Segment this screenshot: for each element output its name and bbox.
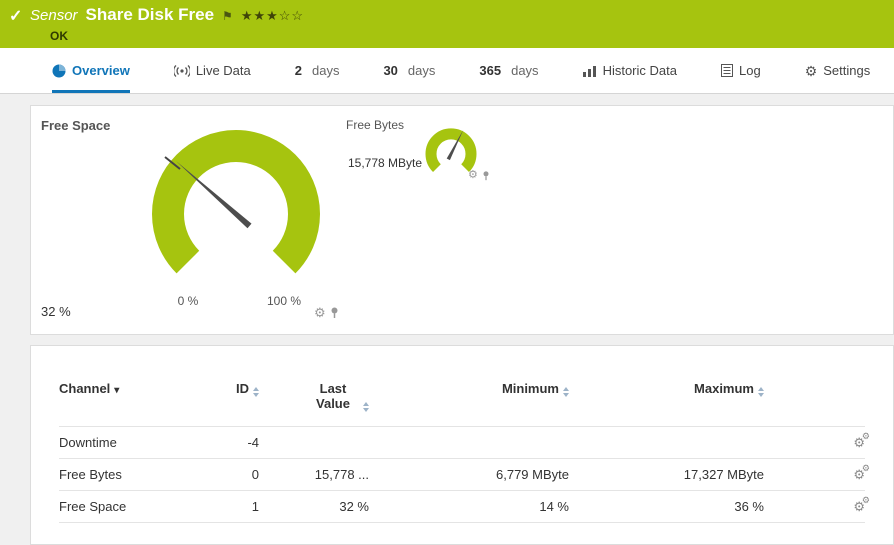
edit-channel-icon[interactable]: ⚙⚙	[853, 498, 865, 516]
channel-last-value: 15,778 ...	[315, 467, 369, 482]
header-label: Minimum	[502, 381, 559, 396]
tab-label: Overview	[72, 63, 130, 78]
gauge-title-free-bytes: Free Bytes	[346, 118, 404, 132]
gauge-max-label: 100 %	[259, 294, 309, 308]
header-minimum[interactable]: Minimum	[502, 381, 569, 397]
tab-unit: days	[312, 63, 339, 78]
sort-icon	[363, 402, 369, 412]
channel-id: -4	[247, 435, 259, 450]
broadcast-icon	[174, 65, 190, 77]
gauge-min-label: 0 %	[168, 294, 208, 308]
tab-label: Settings	[823, 63, 870, 78]
channel-minimum: 6,779 MByte	[496, 467, 569, 482]
sort-icon	[253, 387, 259, 397]
tab-historic-data[interactable]: Historic Data	[583, 48, 677, 93]
free-space-gauge-actions: ⚙	[314, 306, 339, 319]
edit-channel-icon[interactable]: ⚙⚙	[853, 466, 865, 484]
channel-name: Free Space	[59, 499, 209, 514]
tab-number: 365	[479, 63, 501, 78]
pin-icon[interactable]	[330, 307, 339, 319]
pie-chart-icon	[52, 64, 66, 78]
tab-overview[interactable]: Overview	[52, 48, 130, 93]
channel-id: 0	[252, 467, 259, 482]
status-check-icon: ✓	[9, 6, 22, 26]
tab-number: 30	[383, 63, 397, 78]
tab-log[interactable]: Log	[721, 48, 761, 93]
free-space-gauge	[146, 122, 326, 292]
free-space-value: 32 %	[41, 304, 71, 319]
gauge-title-free-space: Free Space	[41, 118, 110, 133]
tab-30-days[interactable]: 30 days	[383, 48, 435, 93]
flag-icon[interactable]: ⚑	[222, 9, 233, 23]
header-last-value[interactable]: Last Value	[307, 381, 369, 412]
header-channel[interactable]: Channel ▾	[59, 381, 209, 396]
channels-table: Channel ▾ ID Last Value Minimum Maximum D…	[59, 381, 865, 523]
edit-channel-icon[interactable]: ⚙⚙	[853, 434, 865, 452]
channels-panel: Channel ▾ ID Last Value Minimum Maximum D…	[30, 345, 894, 545]
sensor-header: ✓ Sensor Share Disk Free ⚑ ★★★☆☆ OK	[0, 0, 894, 48]
channel-maximum: 17,327 MByte	[684, 467, 764, 482]
channel-id: 1	[252, 499, 259, 514]
gauge-settings-icon[interactable]: ⚙	[468, 170, 478, 181]
tab-2-days[interactable]: 2 days	[295, 48, 340, 93]
sensor-title-row: Sensor Share Disk Free ⚑ ★★★☆☆	[30, 5, 304, 25]
channel-name: Downtime	[59, 435, 209, 450]
tab-settings[interactable]: ⚙ Settings	[805, 48, 871, 93]
header-id[interactable]: ID	[236, 381, 259, 397]
tab-number: 2	[295, 63, 302, 78]
free-bytes-gauge-actions: ⚙	[468, 170, 490, 181]
object-type-label: Sensor	[30, 7, 78, 24]
gear-icon: ⚙	[805, 64, 818, 78]
channel-maximum: 36 %	[734, 499, 764, 514]
header-label: Channel	[59, 381, 110, 396]
table-row[interactable]: Free Bytes 0 15,778 ... 6,779 MByte 17,3…	[59, 458, 865, 490]
header-label: ID	[236, 381, 249, 396]
stars-filled: ★★★	[241, 8, 279, 23]
tab-365-days[interactable]: 365 days	[479, 48, 538, 93]
gauge-settings-icon[interactable]: ⚙	[314, 306, 326, 319]
sort-icon	[758, 387, 764, 397]
tab-bar: Overview Live Data 2 days 30 days 365 da…	[0, 48, 894, 94]
sort-caret-icon: ▾	[114, 385, 119, 396]
tab-unit: days	[511, 63, 538, 78]
gear-icon: ⚙	[862, 495, 870, 506]
tab-live-data[interactable]: Live Data	[174, 48, 251, 93]
stars-empty: ☆☆	[279, 8, 304, 23]
log-list-icon	[721, 64, 733, 77]
table-row[interactable]: Free Space 1 32 % 14 % 36 % ⚙⚙	[59, 490, 865, 523]
channel-last-value: 32 %	[339, 499, 369, 514]
gear-icon: ⚙	[862, 463, 870, 474]
sort-icon	[563, 387, 569, 397]
header-label: Last Value	[307, 381, 359, 411]
tab-label: Historic Data	[603, 63, 677, 78]
header-maximum[interactable]: Maximum	[694, 381, 764, 397]
table-row[interactable]: Downtime -4 ⚙⚙	[59, 426, 865, 458]
free-bytes-value: 15,778 MByte	[348, 156, 422, 170]
channel-minimum: 14 %	[539, 499, 569, 514]
priority-stars[interactable]: ★★★☆☆	[241, 8, 304, 24]
gauges-panel: Free Space 0 % 100 % 32 % ⚙ Free Bytes 1…	[30, 105, 894, 335]
bar-chart-icon	[583, 65, 597, 77]
status-badge: OK	[50, 29, 68, 43]
pin-icon[interactable]	[482, 171, 490, 181]
channel-name: Free Bytes	[59, 467, 209, 482]
tab-unit: days	[408, 63, 435, 78]
tab-label: Log	[739, 63, 761, 78]
gear-icon: ⚙	[862, 431, 870, 442]
header-label: Maximum	[694, 381, 754, 396]
tab-label: Live Data	[196, 63, 251, 78]
page-title: Share Disk Free	[86, 5, 215, 25]
table-header-row: Channel ▾ ID Last Value Minimum Maximum	[59, 381, 865, 426]
